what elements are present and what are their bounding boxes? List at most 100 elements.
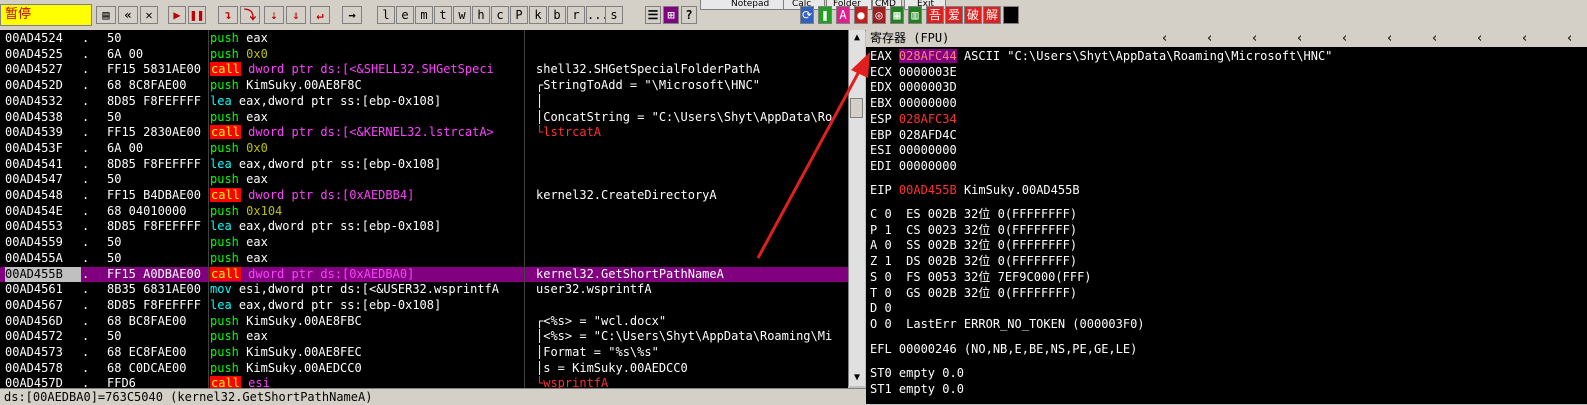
register-value[interactable]: 00AD455B [899, 183, 957, 197]
register-value[interactable]: 0000003D [899, 80, 957, 94]
window-button-t[interactable]: t [434, 6, 452, 24]
close-icon[interactable]: ✕ [140, 6, 158, 24]
options-icon[interactable]: ⊞ [663, 6, 679, 24]
fpu-register-row[interactable]: ST1 empty 0.0 [870, 382, 964, 397]
instruction-row[interactable]: 00AD4538. 50 push eax │ConcatString = "C:\U… [0, 110, 848, 126]
instruction-row[interactable]: 00AD4559. 50 push eax [0, 235, 848, 251]
instruction-row[interactable]: 00AD4527. FF15 5831AE00 call dword ptr ds:… [0, 62, 848, 78]
instruction-row[interactable]: 00AD4567. 8D85 F8FEFFFF lea eax,dword ptr … [0, 298, 848, 314]
instruction-row[interactable]: 00AD4524. 50 push eax [0, 31, 848, 47]
window-button-m[interactable]: m [415, 6, 433, 24]
logo-char-1[interactable]: 吾 [926, 6, 944, 24]
execute-till-return-icon[interactable]: ↵ [310, 6, 330, 24]
list-icon[interactable]: ☰ [645, 6, 661, 24]
flag-segment-row[interactable]: D 0 [870, 301, 892, 316]
logo-char-2[interactable]: 爱 [945, 6, 963, 24]
register-value[interactable]: 0000003E [899, 65, 957, 79]
instruction-row[interactable]: 00AD453F. 6A 00 push 0x0 [0, 141, 848, 157]
register-esp[interactable]: ESP 028AFC34 [870, 112, 964, 127]
trace-into-icon[interactable]: ⇣ [264, 6, 284, 24]
eflags-row[interactable]: EFL 00000246 (NO,NB,E,BE,NS,PE,GE,LE) [870, 342, 1137, 357]
register-value[interactable]: 028AFD4C [899, 128, 957, 142]
nav-left-icon[interactable]: ‹ [1207, 30, 1212, 47]
scroll-thumb[interactable] [850, 98, 863, 118]
window-button-s[interactable]: s [605, 6, 623, 24]
disassembly-pane[interactable]: 00AD4524. 50 push eax 00AD4525. 6A 00 push 0x… [0, 30, 848, 404]
flag-segment-row[interactable]: A 0 SS 002B 32位 0(FFFFFFFF) [870, 238, 1077, 253]
window-button-w[interactable]: w [453, 6, 471, 24]
instruction-row[interactable]: 00AD4572. 50 push eax │<%s> = "C:\Users\Shy… [0, 329, 848, 345]
register-value[interactable]: 00000000 [899, 159, 957, 173]
play-icon[interactable]: ❚ [818, 6, 832, 24]
record-icon[interactable]: ● [854, 6, 868, 24]
instruction-row[interactable]: 00AD4548. FF15 B4DBAE00 call dword ptr ds:… [0, 188, 848, 204]
window-button-h[interactable]: h [472, 6, 490, 24]
window-button-P[interactable]: P [510, 6, 528, 24]
window-button-e[interactable]: e [396, 6, 414, 24]
window-button-k[interactable]: k [529, 6, 547, 24]
register-value[interactable]: 028AFC34 [899, 112, 957, 126]
instruction-row[interactable]: 00AD452D. 68 8C8FAE00 push KimSuky.00AE8F8… [0, 78, 848, 94]
register-ecx[interactable]: ECX 0000003E [870, 65, 964, 80]
chart-icon[interactable]: ▥ [908, 6, 922, 24]
instruction-row[interactable]: 00AD4541. 8D85 F8FEFFFF lea eax,dword ptr … [0, 157, 848, 173]
nav-left-icon[interactable]: ‹ [1387, 30, 1392, 47]
nav-left-icon[interactable]: ‹ [1432, 30, 1437, 47]
instruction-row[interactable]: 00AD4573. 68 EC8FAE00 push KimSuky.00AE8FE… [0, 345, 848, 361]
flag-segment-row[interactable]: O 0 LastErr ERROR_NO_TOKEN (000003F0) [870, 317, 1145, 332]
logo-char-3[interactable]: 破 [964, 6, 982, 24]
flag-segment-row[interactable]: Z 1 DS 002B 32位 0(FFFFFFFF) [870, 254, 1077, 269]
logo-char-4[interactable]: 解 [983, 6, 1001, 24]
window-button-r[interactable]: r [567, 6, 585, 24]
flag-segment-row[interactable]: T 0 GS 002B 32位 0(FFFFFFFF) [870, 286, 1077, 301]
open-file-icon[interactable]: ▤ [96, 6, 116, 24]
window-button-l[interactable]: l [377, 6, 395, 24]
window-button-b[interactable]: b [548, 6, 566, 24]
instruction-row[interactable]: 00AD454E. 68 04010000 push 0x104 [0, 204, 848, 220]
register-edi[interactable]: EDI 00000000 [870, 159, 964, 174]
fpu-register-row[interactable]: ST0 empty 0.0 [870, 366, 964, 381]
register-eax[interactable]: EAX 028AFC44 ASCII "C:\Users\Shyt\AppDat… [870, 49, 1332, 64]
register-value[interactable]: 028AFC44 [898, 49, 957, 63]
instruction-row[interactable]: 00AD4532. 8D85 F8FEFFFF lea eax,dword ptr … [0, 94, 848, 110]
nav-left-icon[interactable]: ‹ [1567, 30, 1572, 47]
nav-left-icon[interactable]: ‹ [1342, 30, 1347, 47]
goto-address-icon[interactable]: → [342, 6, 362, 24]
register-edx[interactable]: EDX 0000003D [870, 80, 964, 95]
nav-left-icon[interactable]: ‹ [1162, 30, 1167, 47]
trace-over-icon[interactable]: ⇓ [286, 6, 306, 24]
register-ebx[interactable]: EBX 00000000 [870, 96, 964, 111]
restart-icon[interactable]: « [118, 6, 138, 24]
instruction-row[interactable]: 00AD4553. 8D85 F8FEFFFF lea eax,dword ptr … [0, 219, 848, 235]
flag-segment-row[interactable]: P 1 CS 0023 32位 0(FFFFFFFF) [870, 223, 1077, 238]
registers-pane[interactable]: 寄存器 (FPU) ‹ ‹ ‹ ‹ ‹ ‹ ‹ ‹ ‹ ‹ EAX 028AFC… [866, 30, 1587, 404]
nav-left-icon[interactable]: ‹ [1252, 30, 1257, 47]
target-icon[interactable]: ◎ [872, 6, 886, 24]
instruction-row[interactable]: 00AD4525. 6A 00 push 0x0 [0, 47, 848, 63]
register-value[interactable]: 00000000 [899, 143, 957, 157]
instruction-row[interactable]: 00AD4578. 68 C0DCAE00 push KimSuky.00AEDCC… [0, 361, 848, 377]
nav-left-icon[interactable]: ‹ [1477, 30, 1482, 47]
instruction-row[interactable]: 00AD456D. 68 BC8FAE00 push KimSuky.00AE8FB… [0, 314, 848, 330]
scroll-down-icon[interactable]: ▼ [849, 370, 865, 386]
scroll-up-icon[interactable]: ▲ [849, 30, 865, 46]
nav-left-icon[interactable]: ‹ [1297, 30, 1302, 47]
disassembly-scrollbar[interactable]: ▲ ▼ [848, 30, 865, 386]
refresh-icon[interactable]: ⟳ [800, 6, 814, 24]
window-button-c[interactable]: c [491, 6, 509, 24]
pause-icon[interactable]: ❚❚ [188, 6, 206, 24]
instruction-row[interactable]: 00AD4539. FF15 2830AE00 call dword ptr ds:… [0, 125, 848, 141]
instruction-row[interactable]: 00AD4547. 50 push eax [0, 172, 848, 188]
step-over-icon[interactable]: ⤵ [240, 6, 260, 24]
register-ebp[interactable]: EBP 028AFD4C [870, 128, 964, 143]
step-into-icon[interactable]: ↴ [218, 6, 238, 24]
register-esi[interactable]: ESI 00000000 [870, 143, 964, 158]
flag-segment-row[interactable]: C 0 ES 002B 32位 0(FFFFFFFF) [870, 207, 1077, 222]
register-value[interactable]: 00000000 [899, 96, 957, 110]
help-icon[interactable]: ? [681, 6, 697, 24]
grid-icon[interactable]: ▦ [890, 6, 904, 24]
register-eip[interactable]: EIP 00AD455B KimSuky.00AD455B [870, 183, 1080, 198]
nav-left-icon[interactable]: ‹ [1522, 30, 1527, 47]
flag-segment-row[interactable]: S 0 FS 0053 32位 7EF9C000(FFF) [870, 270, 1092, 285]
run-icon[interactable]: ▶ [168, 6, 186, 24]
